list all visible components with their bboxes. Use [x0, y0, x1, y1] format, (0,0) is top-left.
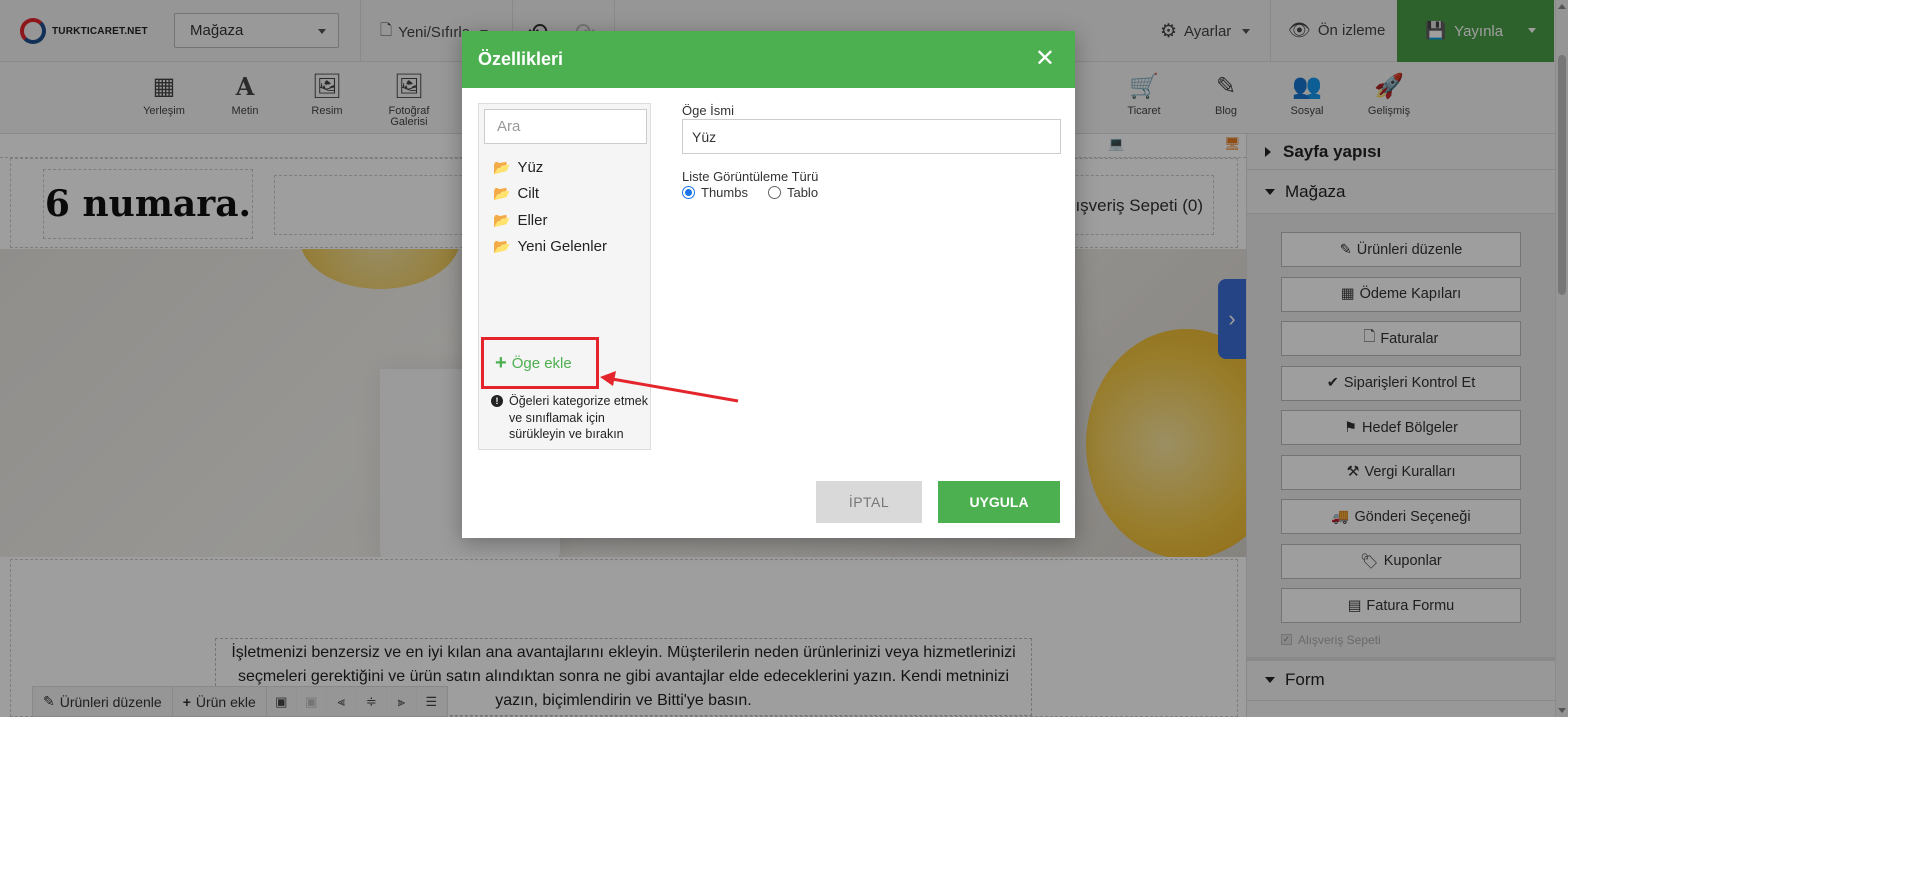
item-name-label: Öge İsmi [682, 103, 735, 118]
dialog-header: Özellikleri [462, 31, 1075, 88]
folder-open-icon: 📂 [493, 211, 511, 228]
item-list: 📂 Yüz 📂 Cilt 📂 Eller 📂 Yeni Gelenler [493, 154, 607, 260]
list-item-hands[interactable]: 📂 Eller [493, 207, 607, 234]
radio-thumbs[interactable] [682, 186, 695, 199]
radio-table-label: Tablo [786, 185, 819, 200]
list-item-label: Eller [517, 211, 548, 229]
list-item-new-arrivals[interactable]: 📂 Yeni Gelenler [493, 234, 607, 261]
dialog-title: Özellikleri [478, 49, 564, 69]
cancel-button[interactable]: İPTAL [816, 481, 922, 523]
list-view-options: Thumbs Tablo [682, 185, 818, 200]
folder-open-icon: 📂 [493, 158, 511, 175]
properties-dialog: Özellikleri ✕ 📂 Yüz 📂 Cilt 📂 Eller 📂 Yen… [462, 31, 1075, 538]
hint-text: Öğeleri kategorize etmek ve sınıflamak i… [509, 394, 648, 441]
list-item-label: Cilt [517, 185, 540, 203]
search-input[interactable] [484, 109, 647, 144]
exclamation-circle-icon: ! [491, 395, 503, 407]
list-item-skin[interactable]: 📂 Cilt [493, 181, 607, 208]
radio-table[interactable] [767, 186, 781, 199]
item-list-panel: 📂 Yüz 📂 Cilt 📂 Eller 📂 Yeni Gelenler + Ö… [478, 103, 651, 450]
add-item-button[interactable]: + Öge ekle [481, 337, 599, 389]
item-name-input[interactable] [682, 119, 1061, 154]
list-item-label: Yeni Gelenler [517, 238, 607, 256]
list-item-face[interactable]: 📂 Yüz [493, 154, 607, 181]
folder-open-icon: 📂 [493, 238, 511, 255]
drag-hint: ! Öğeleri kategorize etmek ve sınıflamak… [491, 393, 649, 443]
plus-icon: + [495, 352, 507, 374]
add-item-label: Öge ekle [511, 354, 572, 372]
list-view-label: Liste Görüntüleme Türü [682, 169, 819, 184]
list-item-label: Yüz [517, 158, 544, 176]
radio-thumbs-label: Thumbs [701, 185, 748, 200]
folder-open-icon: 📂 [493, 185, 511, 202]
close-icon[interactable]: ✕ [1035, 47, 1055, 71]
apply-button[interactable]: UYGULA [938, 481, 1060, 523]
